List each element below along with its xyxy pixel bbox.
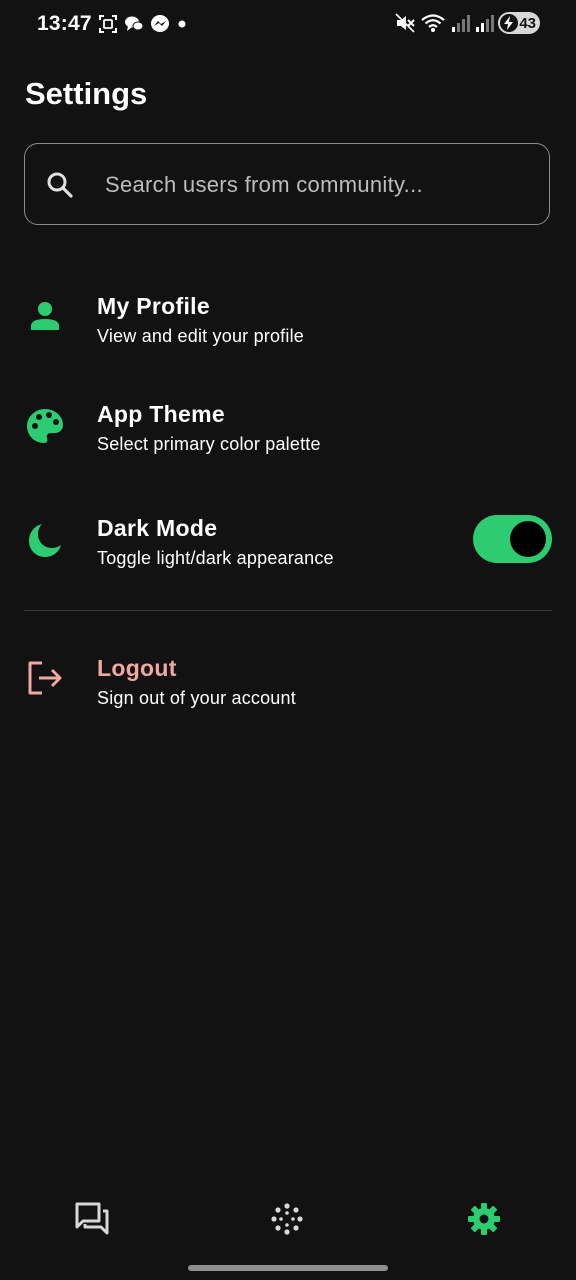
signal-icon [452,15,470,32]
item-title: App Theme [97,401,225,427]
nav-item-chat[interactable] [72,1199,112,1239]
settings-gear-icon [468,1203,500,1235]
toggle-knob [510,521,546,557]
mute-icon [395,13,415,33]
battery-icon: 43 [498,12,540,34]
messenger-icon [151,15,169,32]
status-notification-icons [98,14,188,34]
dark-mode-toggle[interactable] [473,515,552,563]
status-bar: 13:47 43 [0,0,576,50]
bottom-navigation [0,1185,576,1255]
logout-title: Logout [97,655,177,681]
divider [24,610,552,611]
signal-icon [476,15,494,32]
palette-icon [27,409,63,443]
settings-item-logout[interactable]: Logout Sign out of your account [0,647,576,737]
chat-bubbles-icon [125,16,144,31]
item-subtitle: Toggle light/dark appearance [97,548,334,568]
explore-icon [271,1203,303,1235]
logout-icon [28,661,62,695]
settings-item-app-theme[interactable]: App Theme Select primary color palette [0,393,576,483]
moon-icon [29,524,61,557]
logout-subtitle: Sign out of your account [97,688,296,708]
dot-icon [178,20,186,28]
item-subtitle: View and edit your profile [97,326,304,346]
settings-item-my-profile[interactable]: My Profile View and edit your profile [0,285,576,375]
item-title: My Profile [97,293,210,319]
settings-screen: 13:47 43 Settings Search users from comm… [0,0,576,1280]
battery-level: 43 [519,14,536,32]
screenshot-icon [99,15,117,33]
nav-item-explore[interactable] [267,1199,307,1239]
status-system-icons: 43 [394,12,540,34]
page-title: Settings [25,76,148,111]
item-title: Dark Mode [97,515,218,541]
chat-icon [75,1202,109,1235]
item-subtitle: Select primary color palette [97,434,321,454]
home-indicator[interactable] [188,1265,388,1271]
search-input[interactable] [103,144,537,226]
person-icon [31,302,59,330]
charging-bolt-icon [500,14,518,32]
status-time: 13:47 [37,12,92,35]
search-box[interactable] [24,143,550,226]
search-icon [47,172,73,198]
nav-item-settings[interactable] [464,1199,504,1239]
wifi-icon [421,14,445,32]
